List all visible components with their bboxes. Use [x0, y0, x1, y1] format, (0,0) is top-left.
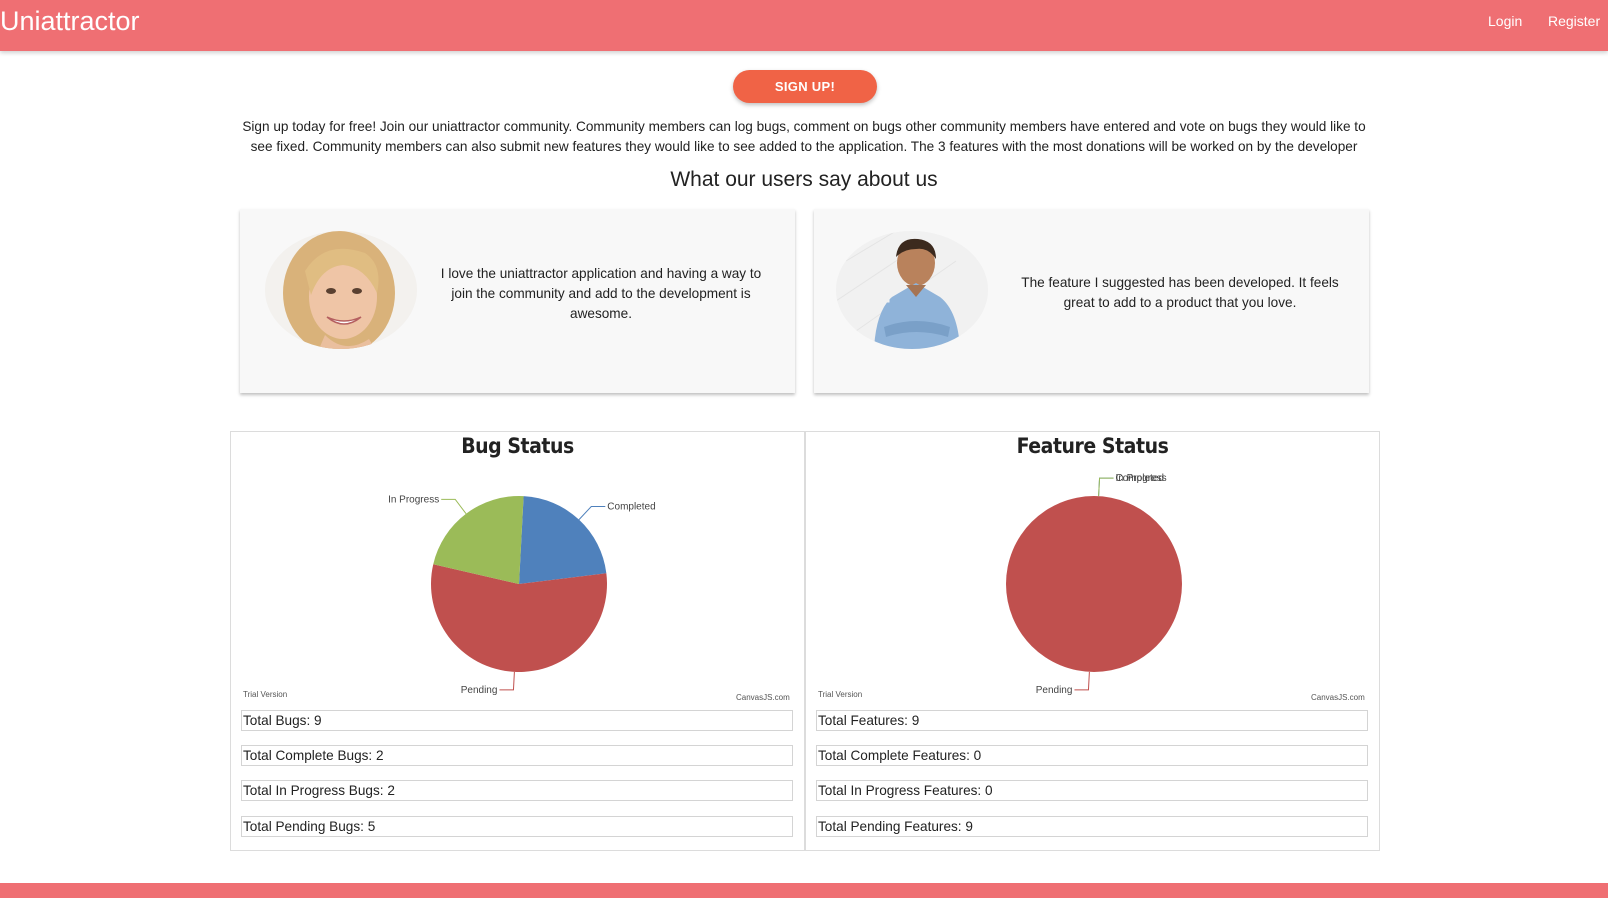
stat-label: Total In Progress Features: — [818, 783, 982, 798]
stat-value: 5 — [367, 819, 376, 834]
testimonial-card: I love the uniattractor application and … — [240, 209, 795, 393]
stat-value: 9 — [965, 819, 973, 834]
man-photo-icon — [836, 231, 988, 349]
pie-leader-line — [1098, 477, 1114, 497]
pie-leader-line — [499, 671, 515, 691]
stat-label: Total Features: — [818, 713, 908, 728]
stat-row: Total Features: 9 — [816, 710, 1368, 731]
stat-label: Total Bugs: — [243, 713, 311, 728]
canvasjs-credit[interactable]: CanvasJS.com — [1311, 693, 1365, 702]
bug-status-pie-chart: Completed Pending In Progress — [388, 494, 656, 696]
avatar — [836, 231, 988, 349]
pie-slice-pending[interactable] — [1006, 496, 1182, 672]
avatar — [265, 231, 417, 349]
brand-logo[interactable]: Uniattractor — [0, 6, 140, 37]
stat-value: 9 — [911, 713, 920, 728]
stat-label: Total In Progress Bugs: — [243, 783, 384, 798]
trial-watermark: Trial Version — [243, 690, 288, 699]
feature-status-pie-chart: CompletedPendingIn Progress — [1006, 473, 1182, 696]
intro-text: Sign up today for free! Join our uniattr… — [242, 119, 1366, 154]
woman-photo-icon — [265, 231, 417, 349]
login-link[interactable]: Login — [1488, 13, 1522, 29]
stat-row: Total Bugs: 9 — [241, 710, 793, 731]
stat-row: Total Pending Features: 9 — [816, 816, 1368, 837]
pie-leader-line — [1074, 671, 1090, 691]
pie-slice-completed[interactable] — [519, 496, 607, 584]
stat-row: Total Pending Bugs: 5 — [241, 816, 793, 837]
pie-label: Pending — [1036, 685, 1073, 696]
stat-value: 0 — [973, 748, 982, 763]
bug-status-panel: Bug Status Completed Pending In Progress T… — [230, 431, 805, 851]
stat-label: Total Complete Features: — [818, 748, 970, 763]
pie-label: Completed — [607, 501, 655, 512]
stat-value: 9 — [314, 713, 322, 728]
pie-leader-line — [1098, 477, 1114, 497]
stat-label: Total Pending Bugs: — [243, 819, 364, 834]
pie-label: In Progress — [1116, 473, 1167, 484]
signup-button[interactable]: SIGN UP! — [733, 70, 877, 103]
canvasjs-credit[interactable]: CanvasJS.com — [736, 693, 790, 702]
testimonial-quote: The feature I suggested has been develop… — [1021, 275, 1339, 310]
testimonials-title: What our users say about us — [670, 168, 938, 191]
stat-row: Total Complete Bugs: 2 — [241, 745, 793, 766]
register-link[interactable]: Register — [1548, 13, 1600, 29]
stat-value: 0 — [984, 783, 993, 798]
stat-row: Total In Progress Features: 0 — [816, 780, 1368, 801]
trial-watermark: Trial Version — [818, 690, 863, 699]
pie-label: In Progress — [388, 494, 439, 505]
footer-bar — [0, 883, 1608, 898]
stat-label: Total Pending Features: — [818, 819, 962, 834]
navbar: Uniattractor Login Register — [0, 0, 1608, 51]
testimonial-quote: I love the uniattractor application and … — [440, 266, 762, 321]
stat-value: 2 — [387, 783, 395, 798]
stat-row: Total Complete Features: 0 — [816, 745, 1368, 766]
stat-row: Total In Progress Bugs: 2 — [241, 780, 793, 801]
stat-value: 2 — [376, 748, 384, 763]
pie-leader-line — [578, 505, 606, 520]
testimonial-card: The feature I suggested has been develop… — [814, 209, 1369, 393]
pie-label: Pending — [461, 685, 498, 696]
stat-label: Total Complete Bugs: — [243, 748, 373, 763]
feature-status-panel: Feature Status Completed Pending In Progre… — [805, 431, 1380, 851]
pie-leader-line — [441, 498, 467, 515]
